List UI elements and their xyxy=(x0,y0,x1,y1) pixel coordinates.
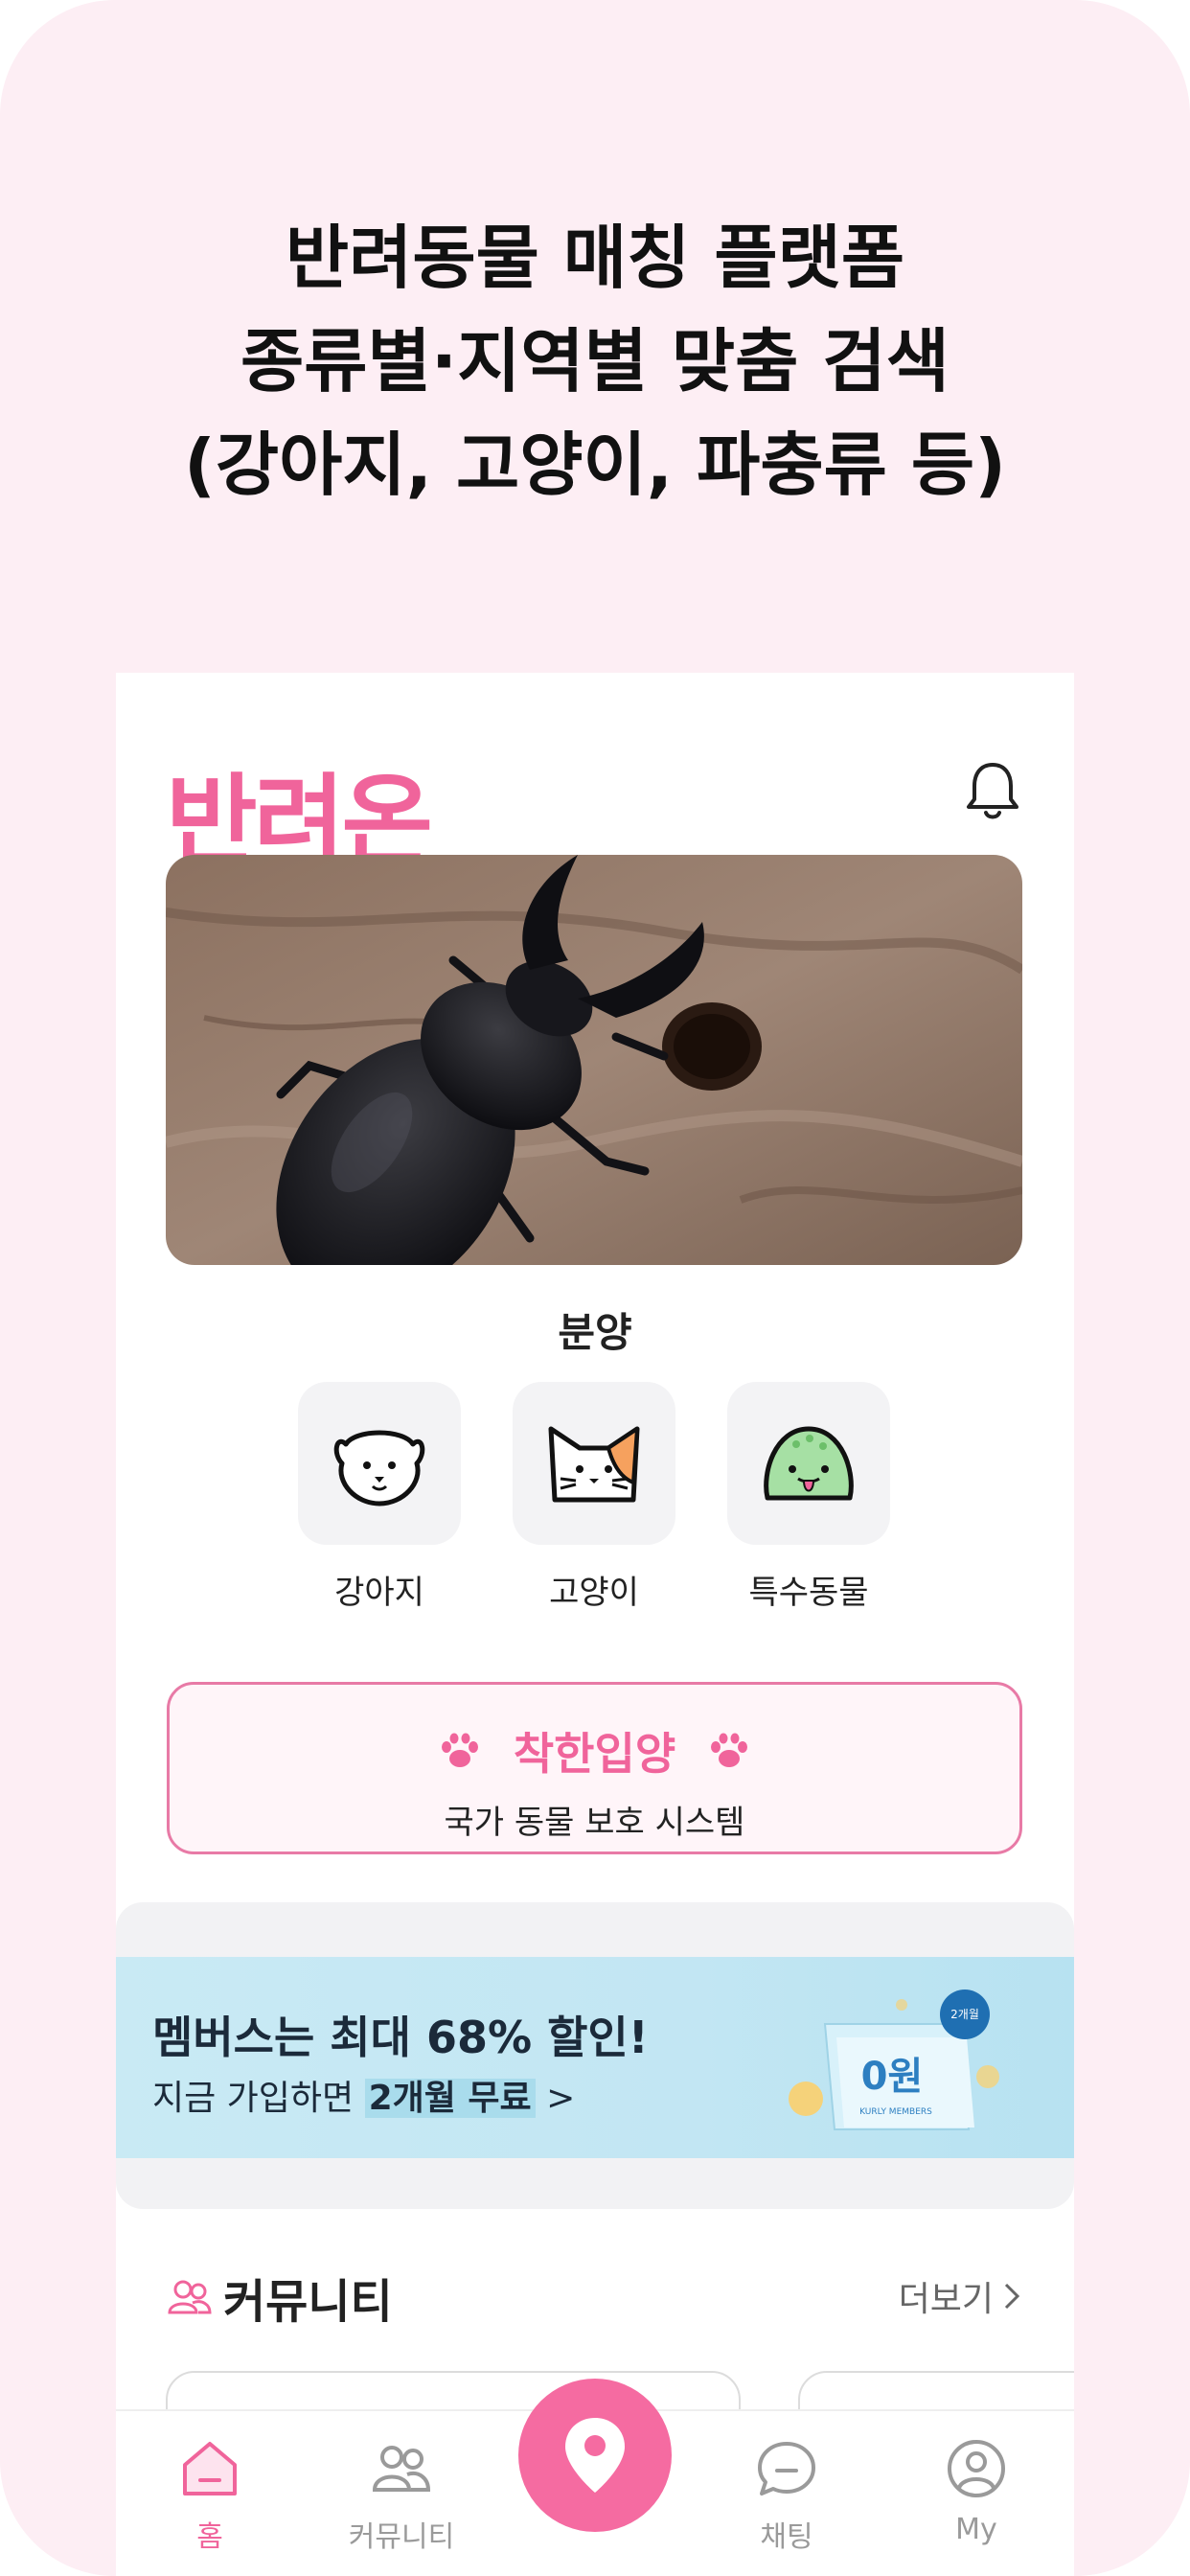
tab-community-label: 커뮤니티 xyxy=(348,2520,455,2554)
profile-icon xyxy=(948,2440,1005,2497)
tab-chat-label: 채팅 xyxy=(760,2520,813,2554)
category-dog-label: 강아지 xyxy=(334,1574,424,1612)
headline-line-2: 종류별·지역별 맞춤 검색 xyxy=(240,321,950,402)
community-more-link[interactable]: 더보기 xyxy=(899,2271,1020,2321)
headline-line-1: 반려동물 매칭 플랫폼 xyxy=(285,218,905,298)
location-pin-icon xyxy=(565,2418,625,2493)
good-adopt-subtitle: 국가 동물 보호 시스템 xyxy=(444,1804,745,1842)
banner-subline-prefix: 지금 가입하면 xyxy=(152,2079,365,2118)
category-cat[interactable]: 고양이 xyxy=(513,1382,675,1613)
map-location-button[interactable] xyxy=(518,2379,672,2532)
adoption-section-title: 분양 xyxy=(558,1309,632,1356)
category-special[interactable]: 특수동물 xyxy=(727,1382,890,1613)
tab-my[interactable]: My xyxy=(900,2411,1053,2546)
category-dog[interactable]: 강아지 xyxy=(298,1382,461,1613)
banner-subline: 지금 가입하면 2개월 무료 > xyxy=(152,2070,575,2120)
hero-beetle-image[interactable] xyxy=(166,855,1022,1265)
banner-headline: 멤버스는 최대 68% 할인! xyxy=(152,2012,649,2063)
adoption-categories: 강아지 고양이 특수동물 xyxy=(298,1382,892,1612)
people-icon xyxy=(168,2280,212,2314)
tab-home-label: 홈 xyxy=(196,2520,223,2554)
dog-face-icon xyxy=(333,1430,425,1506)
category-cat-tile[interactable] xyxy=(513,1382,675,1545)
tab-community[interactable]: 커뮤니티 xyxy=(325,2411,478,2555)
category-special-tile[interactable] xyxy=(727,1382,890,1545)
cat-face-icon xyxy=(548,1426,640,1503)
app-screen: 반려온 분양 강아지 고양이 특수동물 착한입양 국가 동물 보호 시스템 멤버… xyxy=(116,673,1074,2576)
card-badge: 2개월 xyxy=(950,2008,979,2021)
tab-home[interactable]: 홈 xyxy=(133,2411,286,2555)
people-icon xyxy=(372,2446,431,2492)
promo-headline: 반려동물 매칭 플랫폼 종류별·지역별 맞춤 검색 (강아지, 고양이, 파충류… xyxy=(0,206,1190,517)
card-caption: KURLY MEMBERS xyxy=(859,2107,932,2117)
tab-my-label: My xyxy=(955,2513,997,2546)
community-title: 커뮤니티 xyxy=(223,2275,393,2329)
category-dog-tile[interactable] xyxy=(298,1382,461,1545)
banner-highlight: 2개월 무료 xyxy=(364,2079,536,2118)
members-card-graphic: 2개월 0원 KURLY MEMBERS xyxy=(789,1990,999,2130)
category-special-label: 특수동물 xyxy=(748,1574,869,1612)
banner-subline-arrow: > xyxy=(535,2079,576,2118)
category-cat-label: 고양이 xyxy=(549,1574,639,1612)
members-promo-banner[interactable]: 멤버스는 최대 68% 할인! 지금 가입하면 2개월 무료 > 2개월 0원 … xyxy=(116,1957,1074,2158)
promo-frame: 반려동물 매칭 플랫폼 종류별·지역별 맞춤 검색 (강아지, 고양이, 파충류… xyxy=(0,0,1190,2576)
paw-icon xyxy=(441,1733,478,1767)
home-icon xyxy=(183,2442,237,2496)
good-adopt-card[interactable]: 착한입양 국가 동물 보호 시스템 xyxy=(167,1682,1022,1854)
green-creature-icon xyxy=(764,1426,854,1501)
bell-icon[interactable] xyxy=(959,757,1026,824)
community-more-label: 더보기 xyxy=(898,2280,994,2319)
headline-line-3: (강아지, 고양이, 파충류 등) xyxy=(183,425,1007,505)
card-value: 0원 xyxy=(861,2055,924,2099)
good-adopt-title: 착한입양 xyxy=(513,1728,676,1780)
tab-chat[interactable]: 채팅 xyxy=(710,2411,863,2555)
chevron-right-icon xyxy=(1004,2283,1020,2310)
chat-icon xyxy=(758,2442,815,2496)
community-header: 커뮤니티 xyxy=(168,2264,393,2331)
paw-icon xyxy=(711,1733,748,1767)
